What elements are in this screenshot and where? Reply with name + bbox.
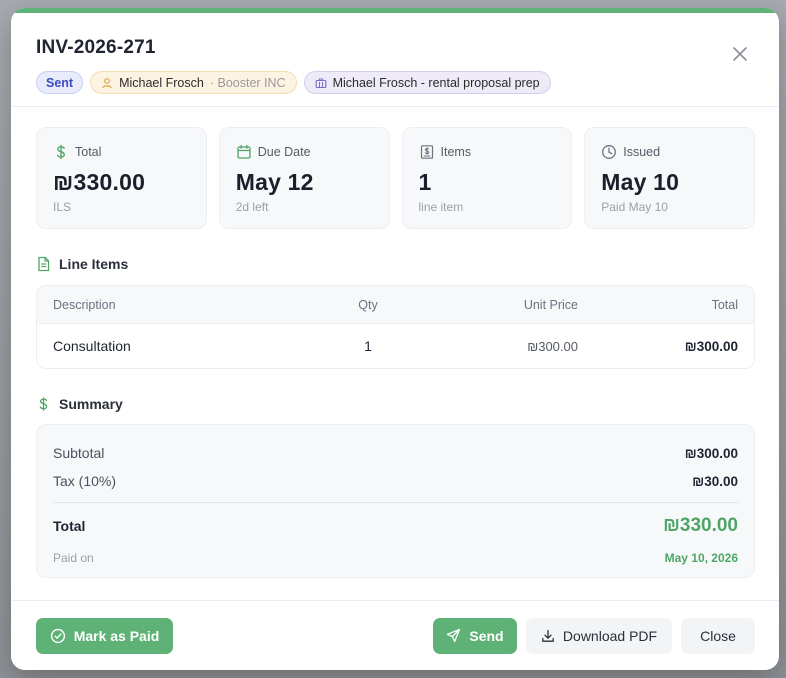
cell-description: Consultation (53, 338, 131, 354)
total-label: Total (53, 518, 86, 534)
download-icon (541, 629, 555, 643)
paid-on-row: Paid on May 10, 2026 (53, 551, 738, 565)
download-pdf-label: Download PDF (562, 627, 658, 644)
stat-label: Items (440, 145, 472, 159)
summary-panel: Subtotal ₪300.00 Tax (10%) ₪30.00 Total … (36, 424, 755, 578)
line-items-table: Description Qty Unit Price Total Consult… (36, 285, 755, 369)
badge-row: Sent Michael Frosch · Booster INC Michae… (36, 71, 755, 94)
client-name: Michael Frosch (119, 75, 204, 90)
dollar-icon (53, 144, 69, 160)
client-company: · Booster INC (209, 75, 286, 90)
subtotal-value: ₪300.00 (684, 445, 738, 461)
stat-sub: Paid May 10 (601, 200, 668, 214)
modal-body: Total ₪330.00 ILS Due Date May 12 2d lef… (11, 107, 779, 578)
stat-sub: line item (418, 200, 464, 214)
cell-qty: 1 (364, 338, 372, 354)
stat-label: Issued (623, 145, 661, 159)
send-icon (446, 628, 461, 643)
section-title-text: Summary (59, 396, 123, 412)
send-button[interactable]: Send (433, 617, 517, 654)
stat-sub: 2d left (235, 200, 269, 214)
mark-as-paid-button[interactable]: Mark as Paid (36, 617, 173, 654)
mark-as-paid-label: Mark as Paid (73, 627, 160, 644)
dollar-icon (36, 396, 51, 412)
cell-total: ₪300.00 (684, 338, 738, 354)
total-row: Total ₪330.00 (53, 511, 738, 541)
total-value: ₪330.00 (663, 515, 738, 536)
stat-card-issued: Issued May 10 Paid May 10 (584, 127, 755, 229)
paid-on-value: May 10, 2026 (664, 551, 738, 565)
send-label: Send (469, 627, 504, 644)
stat-value: 1 (418, 169, 432, 195)
column-header-description: Description (53, 297, 116, 312)
stat-card-due-date: Due Date May 12 2d left (218, 127, 390, 229)
cell-unit-price: ₪300.00 (527, 338, 578, 354)
user-icon (101, 77, 113, 89)
column-header-qty: Qty (358, 297, 378, 312)
check-circle-icon (50, 628, 66, 644)
close-icon[interactable] (731, 45, 749, 63)
summary-heading: Summary (36, 396, 755, 412)
table-header: Description Qty Unit Price Total (37, 286, 754, 324)
calendar-icon (236, 144, 252, 160)
document-icon (36, 256, 51, 272)
subtotal-label: Subtotal (53, 445, 105, 461)
stats-row: Total ₪330.00 ILS Due Date May 12 2d lef… (36, 127, 755, 229)
invoice-modal: INV-2026-271 Sent Michael Frosch · Boost… (11, 8, 779, 670)
stat-value: May 12 (235, 169, 314, 195)
summary-divider (53, 502, 738, 503)
project-badge[interactable]: Michael Frosch - rental proposal prep (303, 71, 551, 94)
table-row: Consultation 1 ₪300.00 ₪300.00 (37, 324, 754, 368)
status-badge: Sent (36, 71, 84, 94)
stat-card-total: Total ₪330.00 ILS (36, 127, 207, 229)
clock-icon (601, 144, 617, 160)
client-badge[interactable]: Michael Frosch · Booster INC (90, 71, 297, 94)
receipt-icon (419, 144, 435, 160)
column-header-total: Total (711, 297, 738, 312)
stat-value: ₪330.00 (53, 169, 146, 195)
briefcase-icon (315, 77, 327, 89)
invoice-number: INV-2026-271 (36, 37, 156, 58)
tax-label: Tax (10%) (53, 473, 117, 489)
tax-value: ₪30.00 (692, 473, 738, 489)
section-title-text: Line Items (59, 256, 129, 272)
project-name: Michael Frosch - rental proposal prep (332, 75, 540, 90)
modal-footer: Mark as Paid Send Download PDF Close (11, 600, 779, 670)
line-items-heading: Line Items (36, 256, 755, 272)
stat-card-items: Items 1 line item (401, 127, 573, 229)
close-button[interactable]: Close (681, 617, 755, 654)
paid-on-label: Paid on (53, 551, 94, 565)
tax-row: Tax (10%) ₪30.00 (53, 467, 738, 495)
stat-label: Total (75, 145, 102, 159)
stat-sub: ILS (53, 200, 72, 214)
column-header-unit-price: Unit Price (523, 297, 578, 312)
modal-header: INV-2026-271 Sent Michael Frosch · Boost… (11, 13, 779, 107)
subtotal-row: Subtotal ₪300.00 (53, 439, 738, 467)
stat-value: May 10 (601, 169, 680, 195)
stat-label: Due Date (257, 145, 311, 159)
download-pdf-button[interactable]: Download PDF (526, 617, 672, 654)
